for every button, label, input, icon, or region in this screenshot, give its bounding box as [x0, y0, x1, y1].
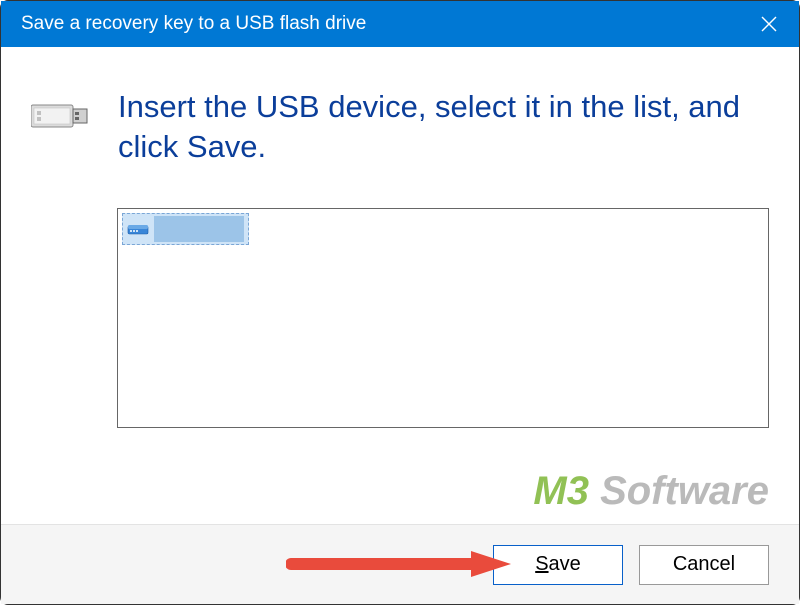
window-title: Save a recovery key to a USB flash drive: [21, 13, 366, 35]
drive-icon: [127, 221, 149, 237]
close-icon: [761, 16, 777, 32]
title-bar: Save a recovery key to a USB flash drive: [1, 1, 799, 47]
usb-device-list[interactable]: [117, 208, 769, 428]
close-button[interactable]: [739, 1, 799, 47]
dialog-footer: Save Cancel: [1, 524, 799, 604]
dialog-content: Insert the USB device, select it in the …: [1, 47, 799, 525]
cancel-button[interactable]: Cancel: [639, 545, 769, 585]
save-button[interactable]: Save: [493, 545, 623, 585]
instruction-text: Insert the USB device, select it in the …: [118, 87, 769, 168]
device-label: [154, 216, 244, 242]
usb-device-item[interactable]: [122, 213, 249, 245]
usb-drive-icon: [31, 87, 93, 142]
save-button-rest: ave: [549, 553, 581, 575]
header-row: Insert the USB device, select it in the …: [31, 87, 769, 168]
